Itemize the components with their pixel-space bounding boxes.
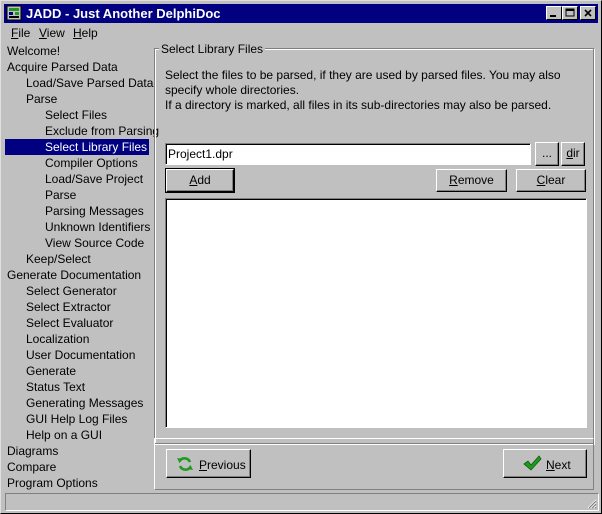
jadd-app-icon [6, 5, 22, 21]
library-files-list[interactable] [165, 198, 587, 428]
navigation-tree: Welcome! Acquire Parsed Data Load/Save Par… [5, 43, 159, 491]
nav-item-select-evaluator[interactable]: Select Evaluator [26, 315, 113, 331]
description-line-1: Select the files to be parsed, if they a… [165, 68, 561, 97]
maximize-icon [565, 8, 575, 17]
nav-item-compiler-options[interactable]: Compiler Options [45, 155, 138, 171]
title-bar[interactable]: JADD - Just Another DelphiDoc [4, 4, 598, 23]
nav-item-keep-select[interactable]: Keep/Select [26, 251, 91, 267]
browse-button[interactable]: ... [535, 142, 559, 166]
remove-button[interactable]: Remove [436, 169, 507, 192]
nav-item-parse[interactable]: Parse [26, 91, 57, 107]
nav-item-welcome[interactable]: Welcome! [7, 43, 60, 59]
nav-item-view-source-code[interactable]: View Source Code [45, 235, 144, 251]
add-button[interactable]: Add [165, 168, 235, 193]
checkmark-icon [523, 455, 542, 471]
status-bar [5, 493, 599, 511]
file-path-input[interactable] [168, 146, 508, 162]
minimize-icon [550, 15, 556, 17]
nav-item-program-options[interactable]: Program Options [7, 475, 98, 491]
nav-item-diagrams[interactable]: Diagrams [7, 443, 58, 459]
nav-item-help-on-a-gui[interactable]: Help on a GUI [26, 427, 102, 443]
menu-view[interactable]: View [39, 26, 65, 40]
nav-item-exclude-from-parsing[interactable]: Exclude from Parsing [45, 123, 159, 139]
nav-item-select-generator[interactable]: Select Generator [26, 283, 117, 299]
menu-bar: File View Help [4, 24, 598, 42]
dir-button[interactable]: dir [561, 142, 585, 166]
close-icon [584, 9, 592, 17]
nav-item-user-documentation[interactable]: User Documentation [26, 347, 135, 363]
next-button[interactable]: Next [503, 449, 587, 478]
nav-item-load-save-project[interactable]: Load/Save Project [45, 171, 143, 187]
maximize-button[interactable] [562, 6, 578, 20]
menu-help[interactable]: Help [73, 26, 98, 40]
next-label: Next [546, 458, 571, 472]
browse-label: ... [541, 146, 552, 160]
nav-item-localization[interactable]: Localization [26, 331, 89, 347]
file-path-field[interactable] [165, 143, 531, 165]
close-button[interactable] [580, 6, 596, 20]
previous-button[interactable]: Previous [166, 449, 251, 478]
nav-item-acquire-parsed-data[interactable]: Acquire Parsed Data [7, 59, 118, 75]
nav-item-unknown-identifiers[interactable]: Unknown Identifiers [45, 219, 150, 235]
nav-item-generate-documentation[interactable]: Generate Documentation [7, 267, 141, 283]
description-line-2: If a directory is marked, all files in i… [165, 98, 552, 112]
window-title: JADD - Just Another DelphiDoc [26, 6, 221, 21]
nav-item-select-files[interactable]: Select Files [45, 107, 107, 123]
page-title: Select Library Files [159, 42, 266, 56]
menu-file[interactable]: File [11, 26, 30, 40]
page-description: Select the files to be parsed, if they a… [165, 68, 585, 113]
nav-item-generate[interactable]: Generate [26, 363, 76, 379]
minimize-button[interactable] [546, 6, 562, 20]
main-window: JADD - Just Another DelphiDoc File View … [0, 0, 602, 514]
clear-button[interactable]: Clear [516, 169, 586, 192]
nav-item-compare[interactable]: Compare [7, 459, 56, 475]
nav-item-parsing-messages[interactable]: Parsing Messages [45, 203, 144, 219]
nav-item-generating-messages[interactable]: Generating Messages [26, 395, 143, 411]
nav-item-load-save-parsed-data[interactable]: Load/Save Parsed Data [26, 75, 153, 91]
refresh-arrows-icon [177, 457, 193, 471]
nav-item-status-text[interactable]: Status Text [26, 379, 85, 395]
previous-label: Previous [199, 458, 246, 472]
nav-item-gui-help-log-files[interactable]: GUI Help Log Files [26, 411, 127, 427]
nav-item-select-library-files[interactable]: Select Library Files [5, 139, 149, 155]
nav-item-parse[interactable]: Parse [45, 187, 76, 203]
nav-item-select-extractor[interactable]: Select Extractor [26, 299, 111, 315]
splitter[interactable] [149, 43, 152, 491]
size-grip-icon[interactable] [585, 497, 597, 509]
